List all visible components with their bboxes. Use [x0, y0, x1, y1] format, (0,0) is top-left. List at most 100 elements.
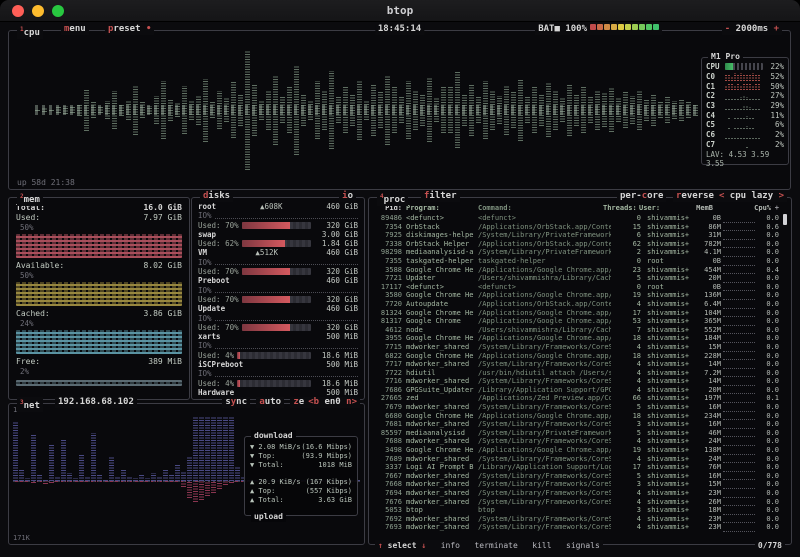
process-row[interactable]: 7681mdworker_shared/System/Library/Frame… — [375, 420, 779, 429]
nic-switcher[interactable]: <b en0 n> — [305, 397, 360, 408]
process-row[interactable]: 17117<defunct><defunct>0root0B0.0 — [375, 283, 779, 292]
sync-toggle[interactable]: sync — [222, 397, 250, 408]
process-row[interactable]: 3588Google Chrome He/Applications/Google… — [375, 266, 779, 275]
network-box-title: 3net — [17, 397, 43, 412]
cpu-usage-graph — [35, 47, 699, 173]
select-label[interactable]: select — [388, 541, 417, 550]
process-row[interactable]: 7355taskgated-helpertaskgated-helper0roo… — [375, 257, 779, 266]
disks-box: disks io root▲608K460 GiBIO%Used: 70%320… — [191, 197, 365, 400]
sort-selector[interactable]: < cpu lazy > — [716, 191, 787, 202]
process-scrollbar[interactable] — [783, 214, 787, 532]
process-row[interactable]: 81324Google Chrome He/Applications/Googl… — [375, 309, 779, 318]
process-row[interactable]: 6680Google Chrome He/Applications/Google… — [375, 412, 779, 421]
preset-button[interactable]: preset • — [105, 24, 154, 35]
upload-title: upload — [251, 511, 286, 522]
process-row[interactable]: 98298mediaanalysisd-a/System/Library/Pri… — [375, 248, 779, 257]
process-row[interactable]: 7716mdworker_shared/System/Library/Frame… — [375, 377, 779, 386]
process-row[interactable]: 7338OrbStack Helper/Applications/OrbStac… — [375, 240, 779, 249]
process-row[interactable]: 3580Google Chrome He/Applications/Google… — [375, 291, 779, 300]
per-core-toggle[interactable]: per-core — [617, 191, 666, 202]
process-row[interactable]: 89486<defunct><defunct>0shivammis+0B0.0 — [375, 214, 779, 223]
download-title: download — [251, 430, 296, 441]
mem-graph-used — [16, 234, 182, 258]
core-row: C329% — [702, 101, 788, 111]
process-box-title: 4proc — [377, 191, 408, 206]
io-toggle[interactable]: io — [339, 191, 356, 202]
uptime-label: up 58d 21:38 — [17, 178, 75, 187]
core-usage-graph — [725, 111, 763, 119]
core-row: C227% — [702, 91, 788, 101]
clock: 18:45:14 — [375, 24, 424, 35]
process-row[interactable]: 3337Logi AI Prompt B/Library/Application… — [375, 463, 779, 472]
process-row[interactable]: 7692mdworker_shared/System/Library/Frame… — [375, 515, 779, 524]
process-row[interactable]: 85597mediaanalysisd/System/Library/Priva… — [375, 429, 779, 438]
process-row[interactable]: 7689mdworker_shared/System/Library/Frame… — [375, 455, 779, 464]
process-footer: ↑ select ↓ info terminate kill signals — [375, 540, 603, 551]
core-row: C56% — [702, 120, 788, 130]
core-row: C052% — [702, 72, 788, 82]
core-row: C411% — [702, 110, 788, 120]
select-down-icon[interactable]: ↓ — [421, 541, 426, 550]
signals-button[interactable]: signals — [566, 541, 600, 550]
process-row[interactable]: 5053btopbtop3shivammis+18M0.0 — [375, 506, 779, 515]
reverse-toggle[interactable]: reverse — [673, 191, 717, 202]
core-row: C72% — [702, 140, 788, 150]
process-row[interactable]: 7694mdworker_shared/System/Library/Frame… — [375, 489, 779, 498]
select-up-icon[interactable]: ↑ — [378, 541, 383, 550]
info-button[interactable]: info — [441, 541, 460, 550]
process-row[interactable]: 7925diskimages-helpe/System/Library/Priv… — [375, 231, 779, 240]
core-row: C62% — [702, 130, 788, 140]
auto-toggle[interactable]: auto — [256, 397, 284, 408]
memory-box-title: 2mem — [17, 191, 43, 206]
process-row[interactable]: 81317Google Chrome/Applications/Google C… — [375, 317, 779, 326]
process-row[interactable]: 4612node/Users/shivammishra/Library/Cach… — [375, 326, 779, 335]
process-row[interactable]: 7676mdworker_shared/System/Library/Frame… — [375, 498, 779, 507]
cpu-cores-panel: M1 Pro CPU22%C052%C150%C227%C329%C411%C5… — [701, 57, 789, 165]
load-average-row: LAV: 4.53 3.59 3.55 — [702, 149, 788, 169]
core-usage-graph — [725, 140, 763, 148]
process-row[interactable]: 7667mdworker_shared/System/Library/Frame… — [375, 472, 779, 481]
process-row[interactable]: 7668mdworker_shared/System/Library/Frame… — [375, 480, 779, 489]
terminate-button[interactable]: terminate — [474, 541, 517, 550]
filter-button[interactable]: filter — [421, 191, 460, 202]
disk-row: VM▲512K460 GiB — [198, 248, 358, 257]
mem-stat-row: Available:8.02 GiB — [16, 261, 182, 271]
disks-box-title: disks — [200, 191, 233, 202]
battery-meter — [590, 24, 659, 30]
network-stats-panel: download ▼ 2.08 MiB/s(16.6 Mibps)▼ Top:(… — [244, 436, 358, 516]
btop-window: btop 1cpu menu preset • 18:45:14 BAT■ 10… — [0, 0, 800, 557]
disk-row: swap3.00 GiB — [198, 230, 358, 239]
disk-row: root▲608K460 GiB — [198, 202, 358, 211]
process-table-header[interactable]: Pid: Program: Command: Threads: User: Me… — [375, 204, 779, 212]
kill-button[interactable]: kill — [532, 541, 551, 550]
disk-row: Hardware500 MiB — [198, 388, 358, 397]
process-row[interactable]: 27665zed/Applications/Zed Preview.app/Co… — [375, 394, 779, 403]
update-interval[interactable]: - 2000ms + — [722, 24, 782, 35]
disk-list: root▲608K460 GiBIO%Used: 70%320 GiBswap3… — [198, 202, 358, 397]
mem-graph-cached — [16, 330, 182, 354]
core-row: C150% — [702, 81, 788, 91]
process-row[interactable]: 7693mdworker_shared/System/Library/Frame… — [375, 523, 779, 532]
core-usage-graph — [725, 102, 763, 110]
window-title: btop — [0, 4, 800, 17]
process-row[interactable]: 7715mdworker_shared/System/Library/Frame… — [375, 343, 779, 352]
mem-list: Total:16.0 GiBUsed:7.97 GiB50%Available:… — [16, 203, 182, 386]
process-row[interactable]: 7354OrbStack/Applications/OrbStack.app/C… — [375, 223, 779, 232]
process-row[interactable]: 7686GPGSuite_Updater/Library/Application… — [375, 386, 779, 395]
mem-stat-row: Cached:3.86 GiB — [16, 309, 182, 319]
process-row[interactable]: 7721Updater/Users/shivammishra/Library/C… — [375, 274, 779, 283]
process-row[interactable]: 6822Google Chrome He/Applications/Google… — [375, 352, 779, 361]
process-row[interactable]: 3498Google Chrome He/Applications/Google… — [375, 446, 779, 455]
process-row[interactable]: 7679mdworker_shared/System/Library/Frame… — [375, 403, 779, 412]
scrollbar-thumb[interactable] — [783, 214, 787, 225]
process-row[interactable]: 7688mdworker_shared/System/Library/Frame… — [375, 437, 779, 446]
mem-stat-row: Free:389 MiB — [16, 357, 182, 367]
process-row[interactable]: 7722hdiutil/usr/bin/hdiutil attach /User… — [375, 369, 779, 378]
menu-button[interactable]: menu — [61, 24, 89, 35]
process-row[interactable]: 7720Autoupdate/Applications/OrbStack.app… — [375, 300, 779, 309]
process-row[interactable]: 3955Google Chrome He/Applications/Google… — [375, 334, 779, 343]
net-scale-bottom: 171K — [13, 534, 30, 542]
core-usage-graph — [725, 82, 763, 90]
core-row: CPU22% — [702, 62, 788, 72]
process-row[interactable]: 7717mdworker_shared/System/Library/Frame… — [375, 360, 779, 369]
